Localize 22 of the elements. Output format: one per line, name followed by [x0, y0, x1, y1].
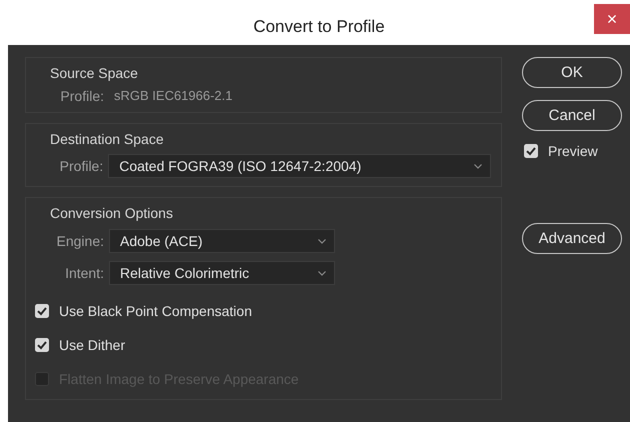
- button[interactable]: OK: [522, 57, 622, 88]
- checkbox-label: Preview: [548, 143, 598, 159]
- caret-icon: [474, 164, 482, 168]
- dropdown[interactable]: Coated FOGRA39 (ISO 12647-2:2004): [108, 154, 491, 178]
- profile-value: sRGB IEC61966-2.1: [114, 88, 233, 104]
- button[interactable]: Advanced: [522, 223, 622, 254]
- button[interactable]: Cancel: [522, 100, 622, 131]
- checkbox-label: Use Black Point Compensation: [59, 303, 252, 319]
- caret-icon: [318, 238, 326, 244]
- field-label: Profile:: [59, 88, 104, 104]
- group-title: Conversion Options: [50, 205, 174, 221]
- window-title: Convert to Profile: [253, 17, 385, 37]
- dropdown[interactable]: Adobe (ACE): [109, 229, 335, 253]
- close-button[interactable]: ×: [594, 4, 630, 34]
- group-title: Destination Space: [50, 131, 165, 147]
- group-title: Source Space: [50, 65, 139, 81]
- dropdown[interactable]: Relative Colorimetric: [109, 261, 335, 285]
- caret-icon: [318, 270, 326, 276]
- field-label: Profile:: [58, 158, 104, 174]
- field-label: Intent:: [64, 265, 104, 281]
- field-label: Engine:: [56, 233, 104, 249]
- checkbox-label: Use Dither: [59, 337, 126, 353]
